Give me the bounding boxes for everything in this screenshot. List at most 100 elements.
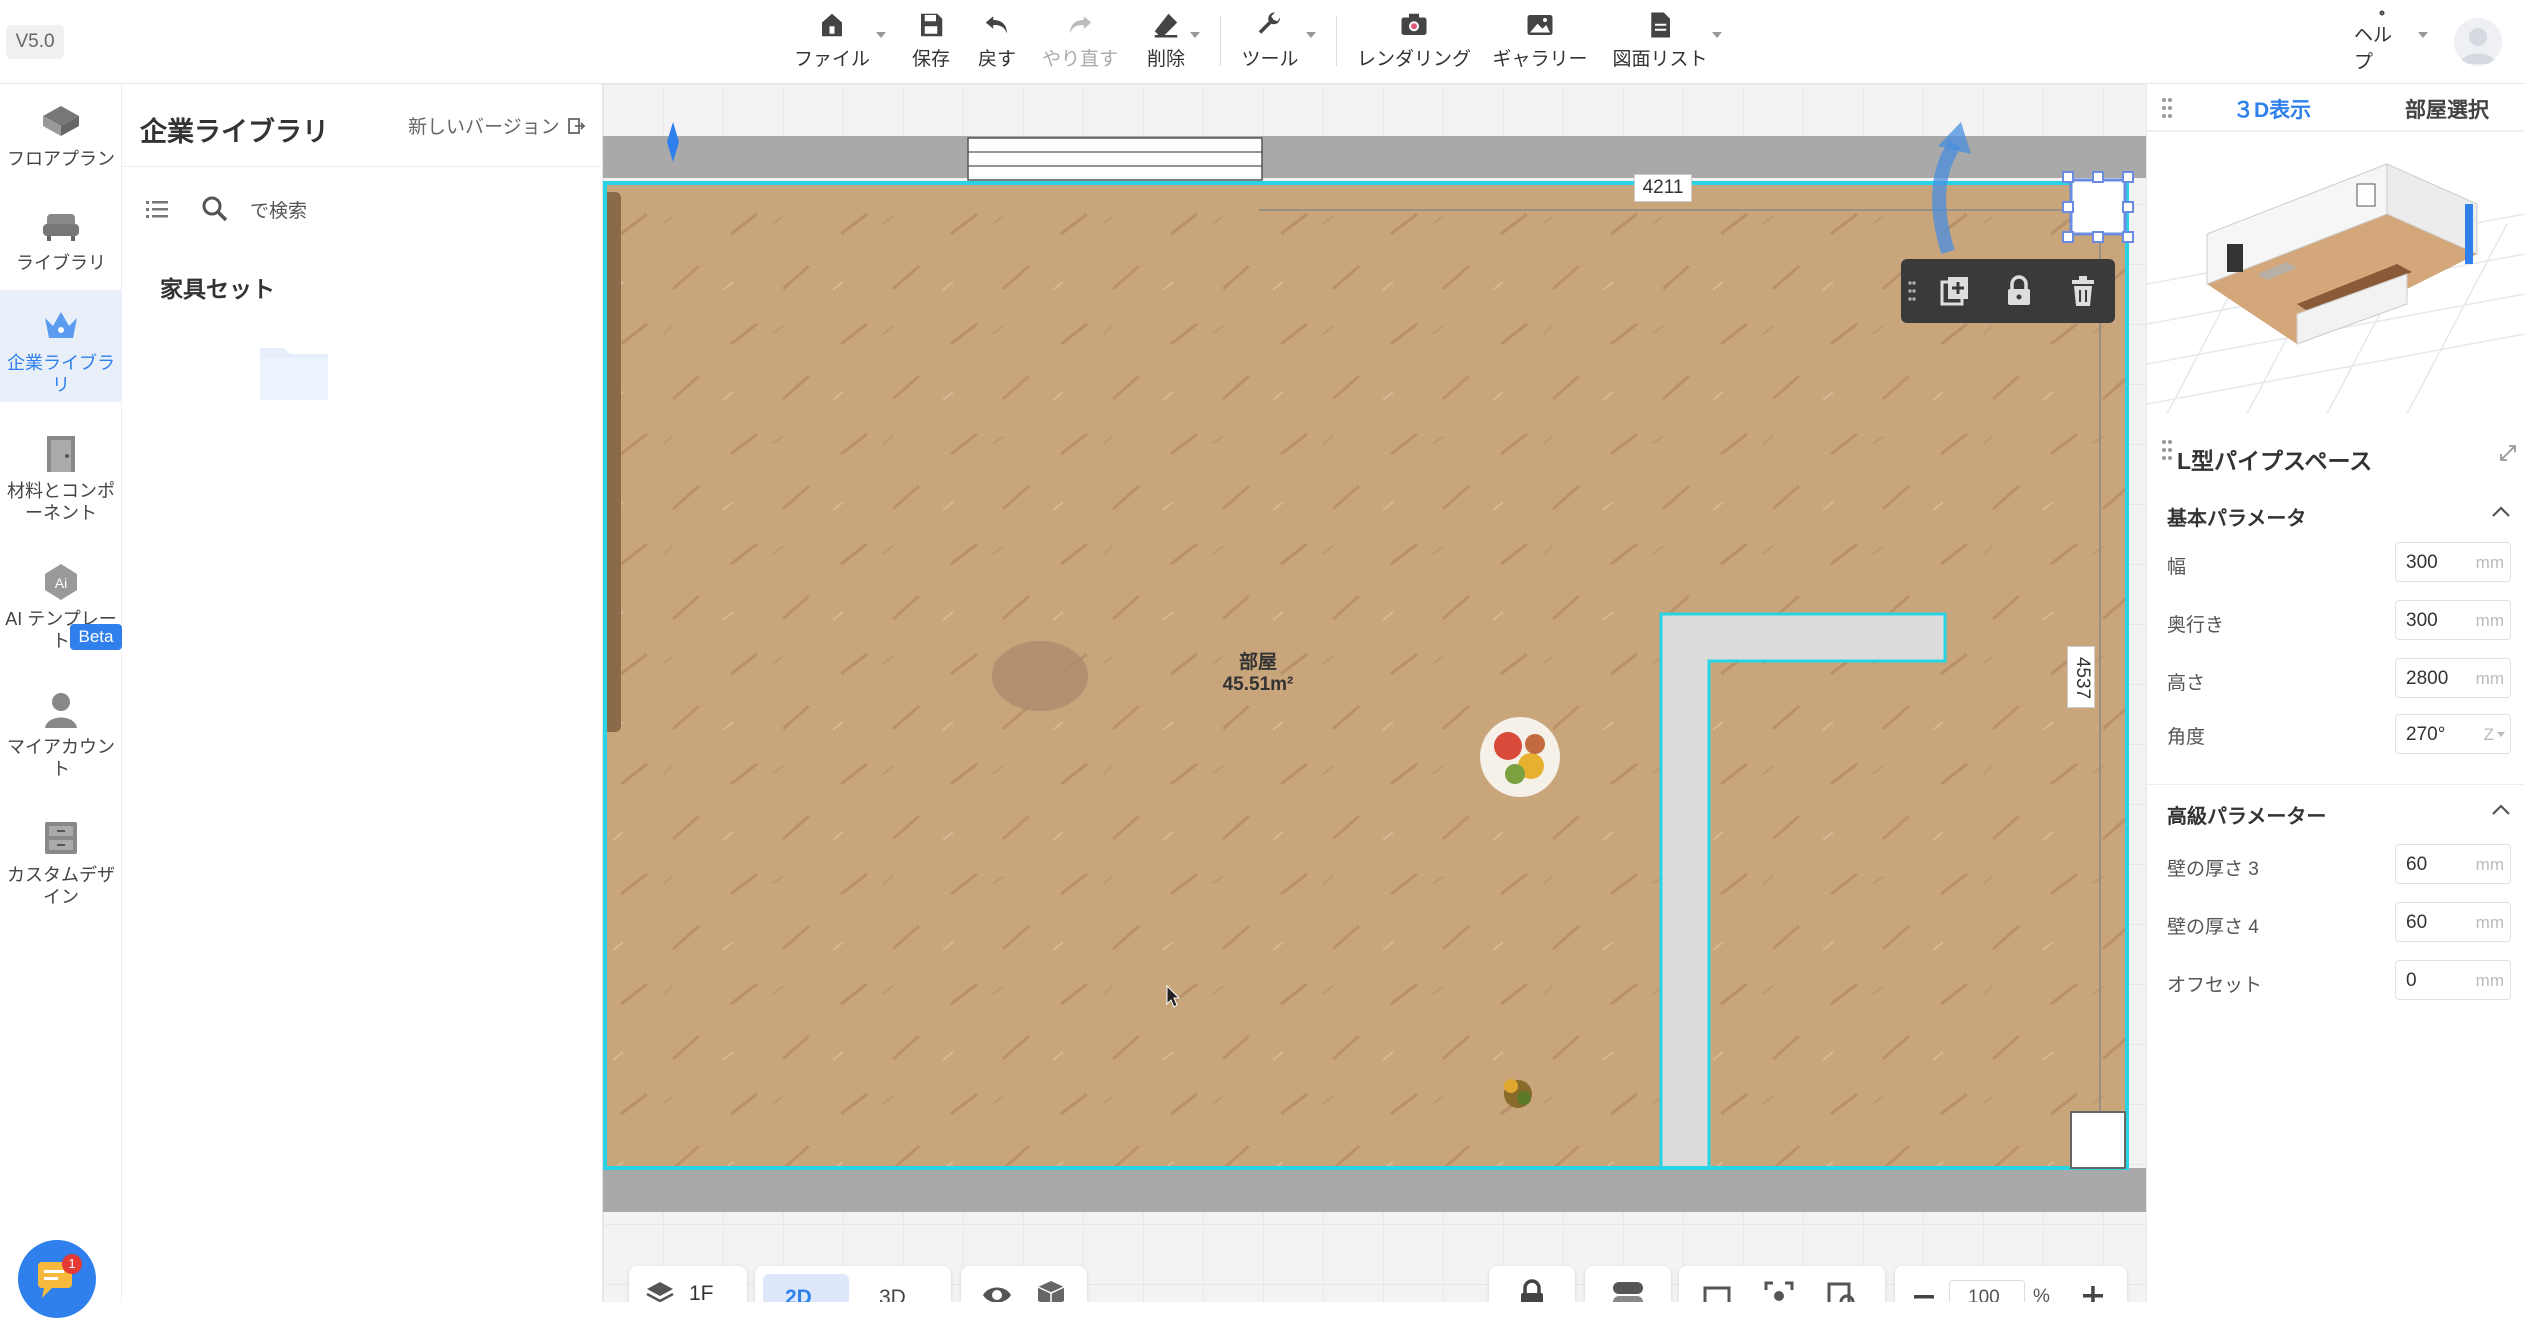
duplicate-icon[interactable]: [1937, 273, 1973, 309]
redo-button[interactable]: やり直す: [1040, 10, 1120, 74]
undo-button[interactable]: 戻す: [972, 10, 1022, 74]
tab-underline: [2147, 130, 2524, 132]
delete-label: 削除: [1146, 49, 1185, 70]
floor-label: 1F: [689, 1282, 714, 1302]
enterprise-library-panel: 企業ライブラリ 新しいバージョン で検索 家具セット: [122, 84, 603, 1302]
zoom-in-icon[interactable]: [2079, 1282, 2107, 1302]
help-button[interactable]: ? ヘルプ: [2354, 10, 2410, 74]
rail-label: 材料とコンポーネント: [7, 481, 115, 523]
folder-icon[interactable]: [258, 340, 330, 402]
svg-text:Ai: Ai: [55, 575, 67, 591]
room-floor[interactable]: [603, 183, 2125, 1168]
delete-button[interactable]: 削除: [1138, 10, 1194, 74]
dimension-label-width[interactable]: 4211: [1634, 174, 1692, 202]
svg-text:?: ?: [2381, 11, 2383, 15]
sofa-icon: [43, 214, 79, 241]
wall-thickness-3-input[interactable]: 60 mm: [2395, 844, 2511, 884]
window[interactable]: [967, 137, 1263, 181]
floorplan-canvas[interactable]: 4211 4537 部屋 45.51m² 1F 2D 3D 100 %: [603, 84, 2146, 1302]
zoom-input[interactable]: 100: [1949, 1280, 2025, 1302]
left-nav-rail: フロアプラン ライブラリ 企業ライブラリ 材料とコンポーネント Ai AI テン…: [0, 84, 122, 1318]
rail-item-materials[interactable]: 材料とコンポーネント: [0, 432, 122, 542]
collapse-icon[interactable]: [2491, 504, 2511, 518]
lock-view-button[interactable]: [1489, 1266, 1575, 1302]
search-input[interactable]: で検索: [250, 196, 307, 223]
rail-label: フロアプラン: [7, 149, 115, 169]
column-bottom-right[interactable]: [2070, 1111, 2126, 1169]
tools-menu-button[interactable]: ツール: [1238, 10, 1302, 74]
wall-thickness-4-input[interactable]: 60 mm: [2395, 902, 2511, 942]
angle-input[interactable]: 270° Z: [2395, 714, 2511, 754]
rail-label: マイアカウント: [7, 737, 115, 779]
rail-item-floorplan[interactable]: フロアプラン: [0, 100, 122, 192]
rail-item-custom-design[interactable]: カスタムデザイン: [0, 816, 122, 926]
chat-icon: [38, 1262, 72, 1298]
new-version-link[interactable]: 新しいバージョン: [408, 112, 586, 139]
list-view-icon[interactable]: [144, 196, 170, 222]
redo-icon: [1070, 16, 1092, 34]
round-rug[interactable]: [992, 641, 1088, 711]
param-label: 角度: [2167, 727, 2206, 748]
rail-item-enterprise-library[interactable]: 企業ライブラリ: [0, 290, 122, 402]
object-name: L型パイプスペース: [2177, 448, 2373, 474]
avatar[interactable]: [2454, 18, 2502, 66]
chat-button[interactable]: 1: [18, 1240, 96, 1318]
height-input[interactable]: 2800 mm: [2395, 658, 2511, 698]
3d-room-preview: [2147, 163, 2524, 414]
rail-item-ai-template[interactable]: Ai AI テンプレート: [0, 560, 122, 670]
gallery-button[interactable]: ギャラリー: [1490, 10, 1590, 74]
eye-icon[interactable]: [981, 1280, 1013, 1302]
lock-icon[interactable]: [2001, 273, 2037, 309]
render-button[interactable]: レンダリング: [1354, 10, 1474, 74]
width-input[interactable]: 300 mm: [2395, 542, 2511, 582]
fit-view-icon[interactable]: [1825, 1280, 1857, 1302]
document-icon: [1651, 12, 1670, 38]
wall-thickness-4-value: 60: [2406, 912, 2428, 933]
wall-top[interactable]: [603, 136, 2146, 178]
floor-selector[interactable]: 1F: [629, 1266, 747, 1302]
drawing-list-caret-icon: [1712, 32, 1722, 38]
properties-panel: ３D表示 部屋選択 L型パイプスペース 基本パラメータ 幅 300 mm 奥行き: [2146, 84, 2524, 1302]
zoom-out-icon[interactable]: [1911, 1284, 1937, 1302]
chat-badge: 1: [62, 1254, 82, 1274]
focus-icon[interactable]: [1763, 1280, 1795, 1302]
rail-item-library[interactable]: ライブラリ: [0, 204, 122, 296]
file-menu-button[interactable]: ファイル: [790, 10, 874, 74]
drag-handle-icon[interactable]: [2161, 96, 2173, 120]
expand-icon[interactable]: [2499, 444, 2517, 462]
room-label: 部屋 45.51m²: [1213, 652, 1303, 696]
collapse-icon[interactable]: [2491, 802, 2511, 816]
toggle-icon: [1613, 1282, 1643, 1302]
eraser-icon: [1154, 13, 1178, 38]
drawing-list-button[interactable]: 図面リスト: [1612, 10, 1708, 74]
mode-3d-button[interactable]: 3D: [859, 1274, 945, 1302]
box-icon[interactable]: [1035, 1278, 1067, 1302]
selected-column[interactable]: [2062, 171, 2134, 243]
wall-bottom[interactable]: [603, 1168, 2146, 1212]
tab-room-select[interactable]: 部屋選択: [2405, 94, 2489, 124]
redo-label: やり直す: [1041, 49, 1118, 70]
3d-preview[interactable]: [2147, 134, 2524, 414]
toggle-button[interactable]: [1585, 1266, 1671, 1302]
save-button[interactable]: 保存: [906, 10, 956, 74]
depth-input[interactable]: 300 mm: [2395, 600, 2511, 640]
angle-caret-icon[interactable]: [2497, 732, 2505, 737]
tab-3d-view[interactable]: ３D表示: [2233, 94, 2311, 124]
drag-handle-icon[interactable]: [1907, 279, 1917, 303]
offset-input[interactable]: 0 mm: [2395, 960, 2511, 1000]
rail-label: カスタムデザイン: [7, 865, 115, 907]
delete-caret-icon: [1190, 32, 1200, 38]
dimension-label-height[interactable]: 4537: [2067, 646, 2095, 708]
search-icon[interactable]: [200, 194, 230, 224]
camera-icon: [1401, 13, 1427, 35]
wall-thickness-4-unit: mm: [2475, 913, 2504, 932]
trash-icon[interactable]: [2065, 273, 2101, 309]
param-label: オフセット: [2167, 975, 2263, 996]
fruit-plate[interactable]: [1480, 717, 1560, 797]
drag-handle-icon[interactable]: [2161, 438, 2173, 462]
measure-icon[interactable]: [1701, 1280, 1733, 1302]
param-label: 高さ: [2167, 673, 2206, 694]
mode-2d-button[interactable]: 2D: [763, 1274, 849, 1302]
save-icon: [921, 13, 943, 37]
rail-item-my-account[interactable]: マイアカウント: [0, 688, 122, 798]
